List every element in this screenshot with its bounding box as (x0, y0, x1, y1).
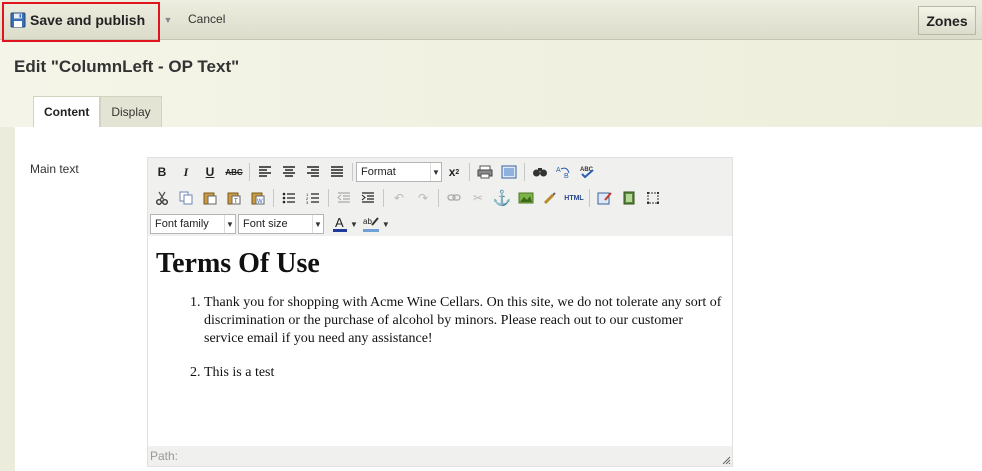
align-right-icon[interactable] (301, 161, 325, 183)
resize-grip-icon[interactable] (721, 455, 731, 465)
editor-document[interactable]: Terms Of Use Thank you for shopping with… (148, 236, 732, 446)
separator (589, 189, 590, 207)
background-color-button[interactable]: ab ▼ (360, 213, 392, 235)
separator (524, 163, 525, 181)
toolbar-row-3: Font family ▼ Font size ▼ A ▼ ab ▼ (148, 211, 392, 237)
paste-text-icon[interactable]: T (222, 187, 246, 209)
toolbar-row-1: B I U ABC Format ▼ x2 AB ABC (148, 159, 600, 185)
chevron-down-icon: ▼ (381, 219, 390, 229)
numbered-list-icon[interactable]: 123 (301, 187, 325, 209)
bold-icon[interactable]: B (150, 161, 174, 183)
list-item: Thank you for shopping with Acme Wine Ce… (204, 294, 724, 348)
chevron-down-icon: ▼ (312, 215, 323, 233)
separator (273, 189, 274, 207)
cleanup-icon[interactable] (538, 187, 562, 209)
form-icon[interactable] (593, 187, 617, 209)
tab-strip: Content Display (33, 96, 162, 127)
paste-word-icon[interactable]: W (246, 187, 270, 209)
redo-icon[interactable]: ↷ (411, 187, 435, 209)
separator (352, 163, 353, 181)
font-family-select[interactable]: Font family ▼ (150, 214, 236, 234)
svg-text:W: W (257, 199, 263, 205)
link-icon[interactable] (442, 187, 466, 209)
indent-icon[interactable] (356, 187, 380, 209)
unlink-icon[interactable]: ✂ (466, 187, 490, 209)
justify-icon[interactable] (325, 161, 349, 183)
chevron-down-icon: ▼ (350, 219, 358, 229)
separator (438, 189, 439, 207)
separator (328, 189, 329, 207)
media-icon[interactable] (617, 187, 641, 209)
chevron-down-icon: ▼ (430, 163, 441, 181)
svg-text:ab: ab (363, 217, 372, 226)
paste-icon[interactable] (198, 187, 222, 209)
path-label: Path: (150, 449, 179, 463)
anchor-icon[interactable]: ⚓ (490, 187, 514, 209)
text-color-button[interactable]: A ▼ (330, 213, 360, 235)
format-select[interactable]: Format ▼ (356, 162, 442, 182)
tab-content[interactable]: Content (33, 96, 101, 127)
cut-icon[interactable] (150, 187, 174, 209)
find-icon[interactable] (528, 161, 552, 183)
save-dropdown-arrow[interactable]: ▼ (162, 12, 174, 28)
underline-icon[interactable]: U (198, 161, 222, 183)
print-icon[interactable] (473, 161, 497, 183)
replace-icon[interactable]: AB (552, 161, 576, 183)
chevron-down-icon: ▼ (224, 215, 235, 233)
main-text-label: Main text (30, 162, 79, 176)
outdent-icon[interactable] (332, 187, 356, 209)
font-size-value: Font size (243, 218, 288, 230)
format-select-value: Format (361, 166, 396, 178)
zones-button[interactable]: Zones (918, 6, 976, 35)
svg-text:A: A (556, 167, 561, 174)
superscript-icon[interactable]: x2 (442, 161, 466, 183)
svg-text:3: 3 (306, 200, 309, 204)
list-item: This is a test (204, 364, 724, 382)
page-title: Edit "ColumnLeft - OP Text" (14, 57, 240, 76)
align-center-icon[interactable] (277, 161, 301, 183)
copy-icon[interactable] (174, 187, 198, 209)
left-margin (0, 127, 15, 471)
document-heading: Terms Of Use (156, 248, 320, 279)
text-color-icon: A (333, 215, 347, 232)
editor-toolbar: B I U ABC Format ▼ x2 AB ABC T W 1 2 3 ↶… (148, 158, 732, 236)
strikethrough-icon[interactable]: ABC (222, 161, 246, 183)
bullet-list-icon[interactable] (277, 187, 301, 209)
undo-icon[interactable]: ↶ (387, 187, 411, 209)
path-bar: Path: (148, 446, 732, 466)
highlight-icon: ab (362, 217, 379, 232)
fullscreen-icon[interactable] (497, 161, 521, 183)
svg-text:A: A (335, 215, 344, 230)
toolbar-row-2: T W 123 ↶ ↷ ✂ ⚓ HTML (148, 185, 665, 211)
align-left-icon[interactable] (253, 161, 277, 183)
svg-text:B: B (564, 173, 569, 179)
font-family-value: Font family (155, 218, 209, 230)
box-icon[interactable] (641, 187, 665, 209)
rich-text-editor: B I U ABC Format ▼ x2 AB ABC T W 1 2 3 ↶… (147, 157, 733, 467)
separator (469, 163, 470, 181)
save-highlight (2, 2, 160, 42)
separator (383, 189, 384, 207)
spellcheck-icon[interactable]: ABC (576, 161, 600, 183)
document-list: Thank you for shopping with Acme Wine Ce… (204, 294, 724, 382)
html-source-icon[interactable]: HTML (562, 187, 586, 209)
image-icon[interactable] (514, 187, 538, 209)
separator (249, 163, 250, 181)
italic-icon[interactable]: I (174, 161, 198, 183)
cancel-link[interactable]: Cancel (188, 12, 225, 26)
font-size-select[interactable]: Font size ▼ (238, 214, 324, 234)
svg-text:T: T (234, 199, 238, 205)
tab-display[interactable]: Display (100, 96, 162, 127)
